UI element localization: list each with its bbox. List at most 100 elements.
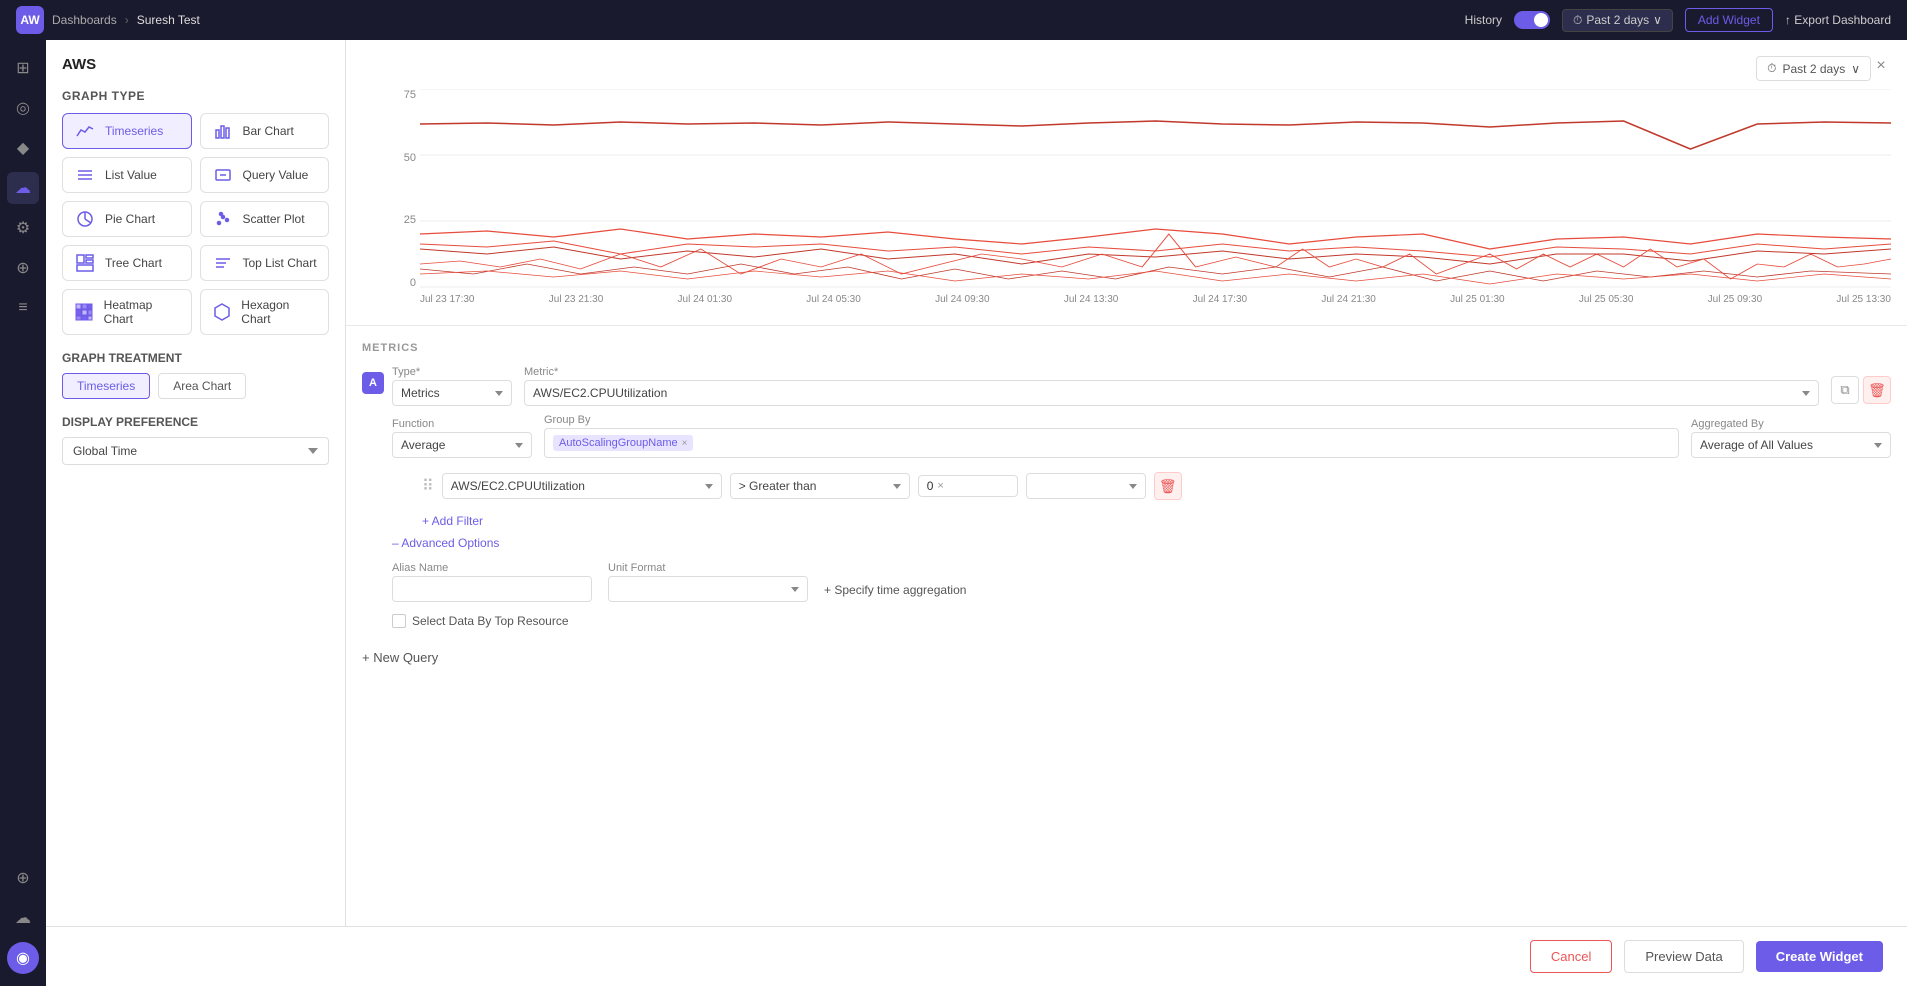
aggregated-label: Aggregated By <box>1691 418 1891 430</box>
advanced-options-toggle[interactable]: – Advanced Options <box>392 536 499 550</box>
groupby-field-group: Group By AutoScalingGroupName × <box>544 414 1679 458</box>
copy-metric-button[interactable]: ⧉ <box>1831 376 1859 404</box>
unit-label: Unit Format <box>608 562 808 574</box>
sidebar-icon-cloud[interactable]: ☁ <box>7 172 39 204</box>
sidebar-bottom-icon-1[interactable]: ⊕ <box>7 862 39 894</box>
metric-row-a: A Type* Metrics Metric* A <box>362 366 1891 628</box>
chart-svg-container: Jul 23 17:30 Jul 23 21:30 Jul 24 01:30 J… <box>420 89 1891 309</box>
filter-metric-select[interactable]: AWS/EC2.CPUUtilization <box>442 473 722 499</box>
graph-type-scatter[interactable]: Scatter Plot <box>200 201 330 237</box>
unit-select[interactable] <box>608 576 808 602</box>
treatment-timeseries[interactable]: Timeseries <box>62 373 150 399</box>
metric-select[interactable]: AWS/EC2.CPUUtilization <box>524 380 1819 406</box>
breadcrumb-dashboards[interactable]: Dashboards <box>52 13 117 27</box>
filter-row: ⠿ AWS/EC2.CPUUtilization > Greater than … <box>422 466 1891 506</box>
graph-type-hexagon[interactable]: Hexagon Chart <box>200 289 330 335</box>
sidebar-icon-grid[interactable]: ⊞ <box>7 52 39 84</box>
aggregated-field-group: Aggregated By Average of All Values <box>1691 418 1891 458</box>
top-resource-checkbox[interactable] <box>392 614 406 628</box>
type-label: Type* <box>392 366 512 378</box>
treatment-area[interactable]: Area Chart <box>158 373 246 399</box>
groupby-tag-input[interactable]: AutoScalingGroupName × <box>544 428 1679 458</box>
top-resource-row: Select Data By Top Resource <box>392 614 1891 628</box>
delete-filter-button[interactable]: 🗑 <box>1154 472 1182 500</box>
right-panel: ⏱ Past 2 days ∨ × 75 50 25 0 <box>346 40 1907 986</box>
specify-time-button[interactable]: + Specify time aggregation <box>824 578 966 602</box>
function-label: Function <box>392 418 532 430</box>
type-select[interactable]: Metrics <box>392 380 512 406</box>
export-dashboard-button[interactable]: ↑ Export Dashboard <box>1785 13 1891 27</box>
graph-type-grid: Timeseries Bar Chart List Value Query Va… <box>62 113 329 335</box>
toplist-icon <box>211 254 235 272</box>
alias-input[interactable] <box>392 576 592 602</box>
create-widget-button[interactable]: Create Widget <box>1756 941 1883 972</box>
filter-value-input[interactable]: 0 × <box>918 475 1018 497</box>
time-range-selector[interactable]: ⏱ Past 2 days ∨ <box>1562 9 1673 32</box>
graph-type-piechart[interactable]: Pie Chart <box>62 201 192 237</box>
top-resource-label: Select Data By Top Resource <box>412 614 569 628</box>
alias-field-group: Alias Name <box>392 562 592 602</box>
barchart-icon <box>211 122 235 140</box>
sidebar-icon-circle[interactable]: ◎ <box>7 92 39 124</box>
sidebar-bottom: ⊕ ☁ ◉ <box>7 862 39 974</box>
chart-container: 75 50 25 0 <box>362 89 1891 309</box>
breadcrumb-current: Suresh Test <box>137 13 200 27</box>
graph-treatment-label: Graph Treatment <box>62 351 329 365</box>
filter-operator-select[interactable]: > Greater than <box>730 473 910 499</box>
timeseries-chart <box>420 89 1891 289</box>
display-preference-label: Display Preference <box>62 415 329 429</box>
add-widget-button[interactable]: Add Widget <box>1685 8 1773 32</box>
history-toggle[interactable] <box>1514 11 1550 29</box>
chart-close-button[interactable]: × <box>1871 56 1891 76</box>
metric-action-buttons: ⧉ 🗑 <box>1831 376 1891 404</box>
graph-type-tree[interactable]: Tree Chart <box>62 245 192 281</box>
aggregated-select[interactable]: Average of All Values <box>1691 432 1891 458</box>
piechart-icon <box>73 210 97 228</box>
app-logo: AW <box>16 6 44 34</box>
left-panel: AWS Graph Type Timeseries Bar Chart List… <box>46 40 346 986</box>
sidebar-icon-list[interactable]: ≡ <box>7 292 39 324</box>
x-axis: Jul 23 17:30 Jul 23 21:30 Jul 24 01:30 J… <box>420 294 1891 305</box>
graph-type-listvalue[interactable]: List Value <box>62 157 192 193</box>
function-select[interactable]: Average <box>392 432 532 458</box>
tree-icon <box>73 254 97 272</box>
sidebar-icon-settings[interactable]: ⚙ <box>7 212 39 244</box>
topnav: AW Dashboards › Suresh Test History ⏱ Pa… <box>0 0 1907 40</box>
queryvalue-icon <box>211 166 235 184</box>
sidebar-bottom-icon-3[interactable]: ◉ <box>7 942 39 974</box>
main-container: AWS Graph Type Timeseries Bar Chart List… <box>46 40 1907 986</box>
heatmap-icon <box>73 303 96 321</box>
listvalue-icon <box>73 166 97 184</box>
filter-value-clear[interactable]: × <box>937 480 943 492</box>
groupby-tag: AutoScalingGroupName × <box>553 435 693 451</box>
panel-title: AWS <box>62 56 329 73</box>
graph-type-heatmap[interactable]: Heatmap Chart <box>62 289 192 335</box>
delete-metric-button[interactable]: 🗑 <box>1863 376 1891 404</box>
display-preference-select[interactable]: Global Time <box>62 437 329 465</box>
scatter-icon <box>211 210 235 228</box>
treatment-buttons: Timeseries Area Chart <box>62 373 329 399</box>
graph-type-timeseries[interactable]: Timeseries <box>62 113 192 149</box>
drag-handle[interactable]: ⠿ <box>422 476 434 496</box>
graph-type-toplist[interactable]: Top List Chart <box>200 245 330 281</box>
sidebar-bottom-icon-2[interactable]: ☁ <box>7 902 39 934</box>
graph-type-label: Graph Type <box>62 89 329 103</box>
add-filter-button[interactable]: + Add Filter <box>422 514 483 528</box>
hexagon-icon <box>211 303 234 321</box>
sidebar-icon-plus[interactable]: ⊕ <box>7 252 39 284</box>
chart-time-selector[interactable]: ⏱ Past 2 days ∨ <box>1756 56 1871 81</box>
new-query-button[interactable]: + New Query <box>362 644 438 671</box>
function-field-group: Function Average <box>392 418 532 458</box>
cancel-button[interactable]: Cancel <box>1530 940 1612 973</box>
metric-label: Metric* <box>524 366 1819 378</box>
groupby-label: Group By <box>544 414 1679 426</box>
filter-extra-select[interactable] <box>1026 473 1146 499</box>
metrics-title: METRICS <box>362 342 1891 354</box>
graph-type-queryvalue[interactable]: Query Value <box>200 157 330 193</box>
advanced-fields: Alias Name Unit Format + Specify time ag… <box>392 562 1891 602</box>
alias-label: Alias Name <box>392 562 592 574</box>
sidebar-icon-diamond[interactable]: ◆ <box>7 132 39 164</box>
remove-tag-button[interactable]: × <box>682 438 688 449</box>
preview-data-button[interactable]: Preview Data <box>1624 940 1743 973</box>
graph-type-barchart[interactable]: Bar Chart <box>200 113 330 149</box>
